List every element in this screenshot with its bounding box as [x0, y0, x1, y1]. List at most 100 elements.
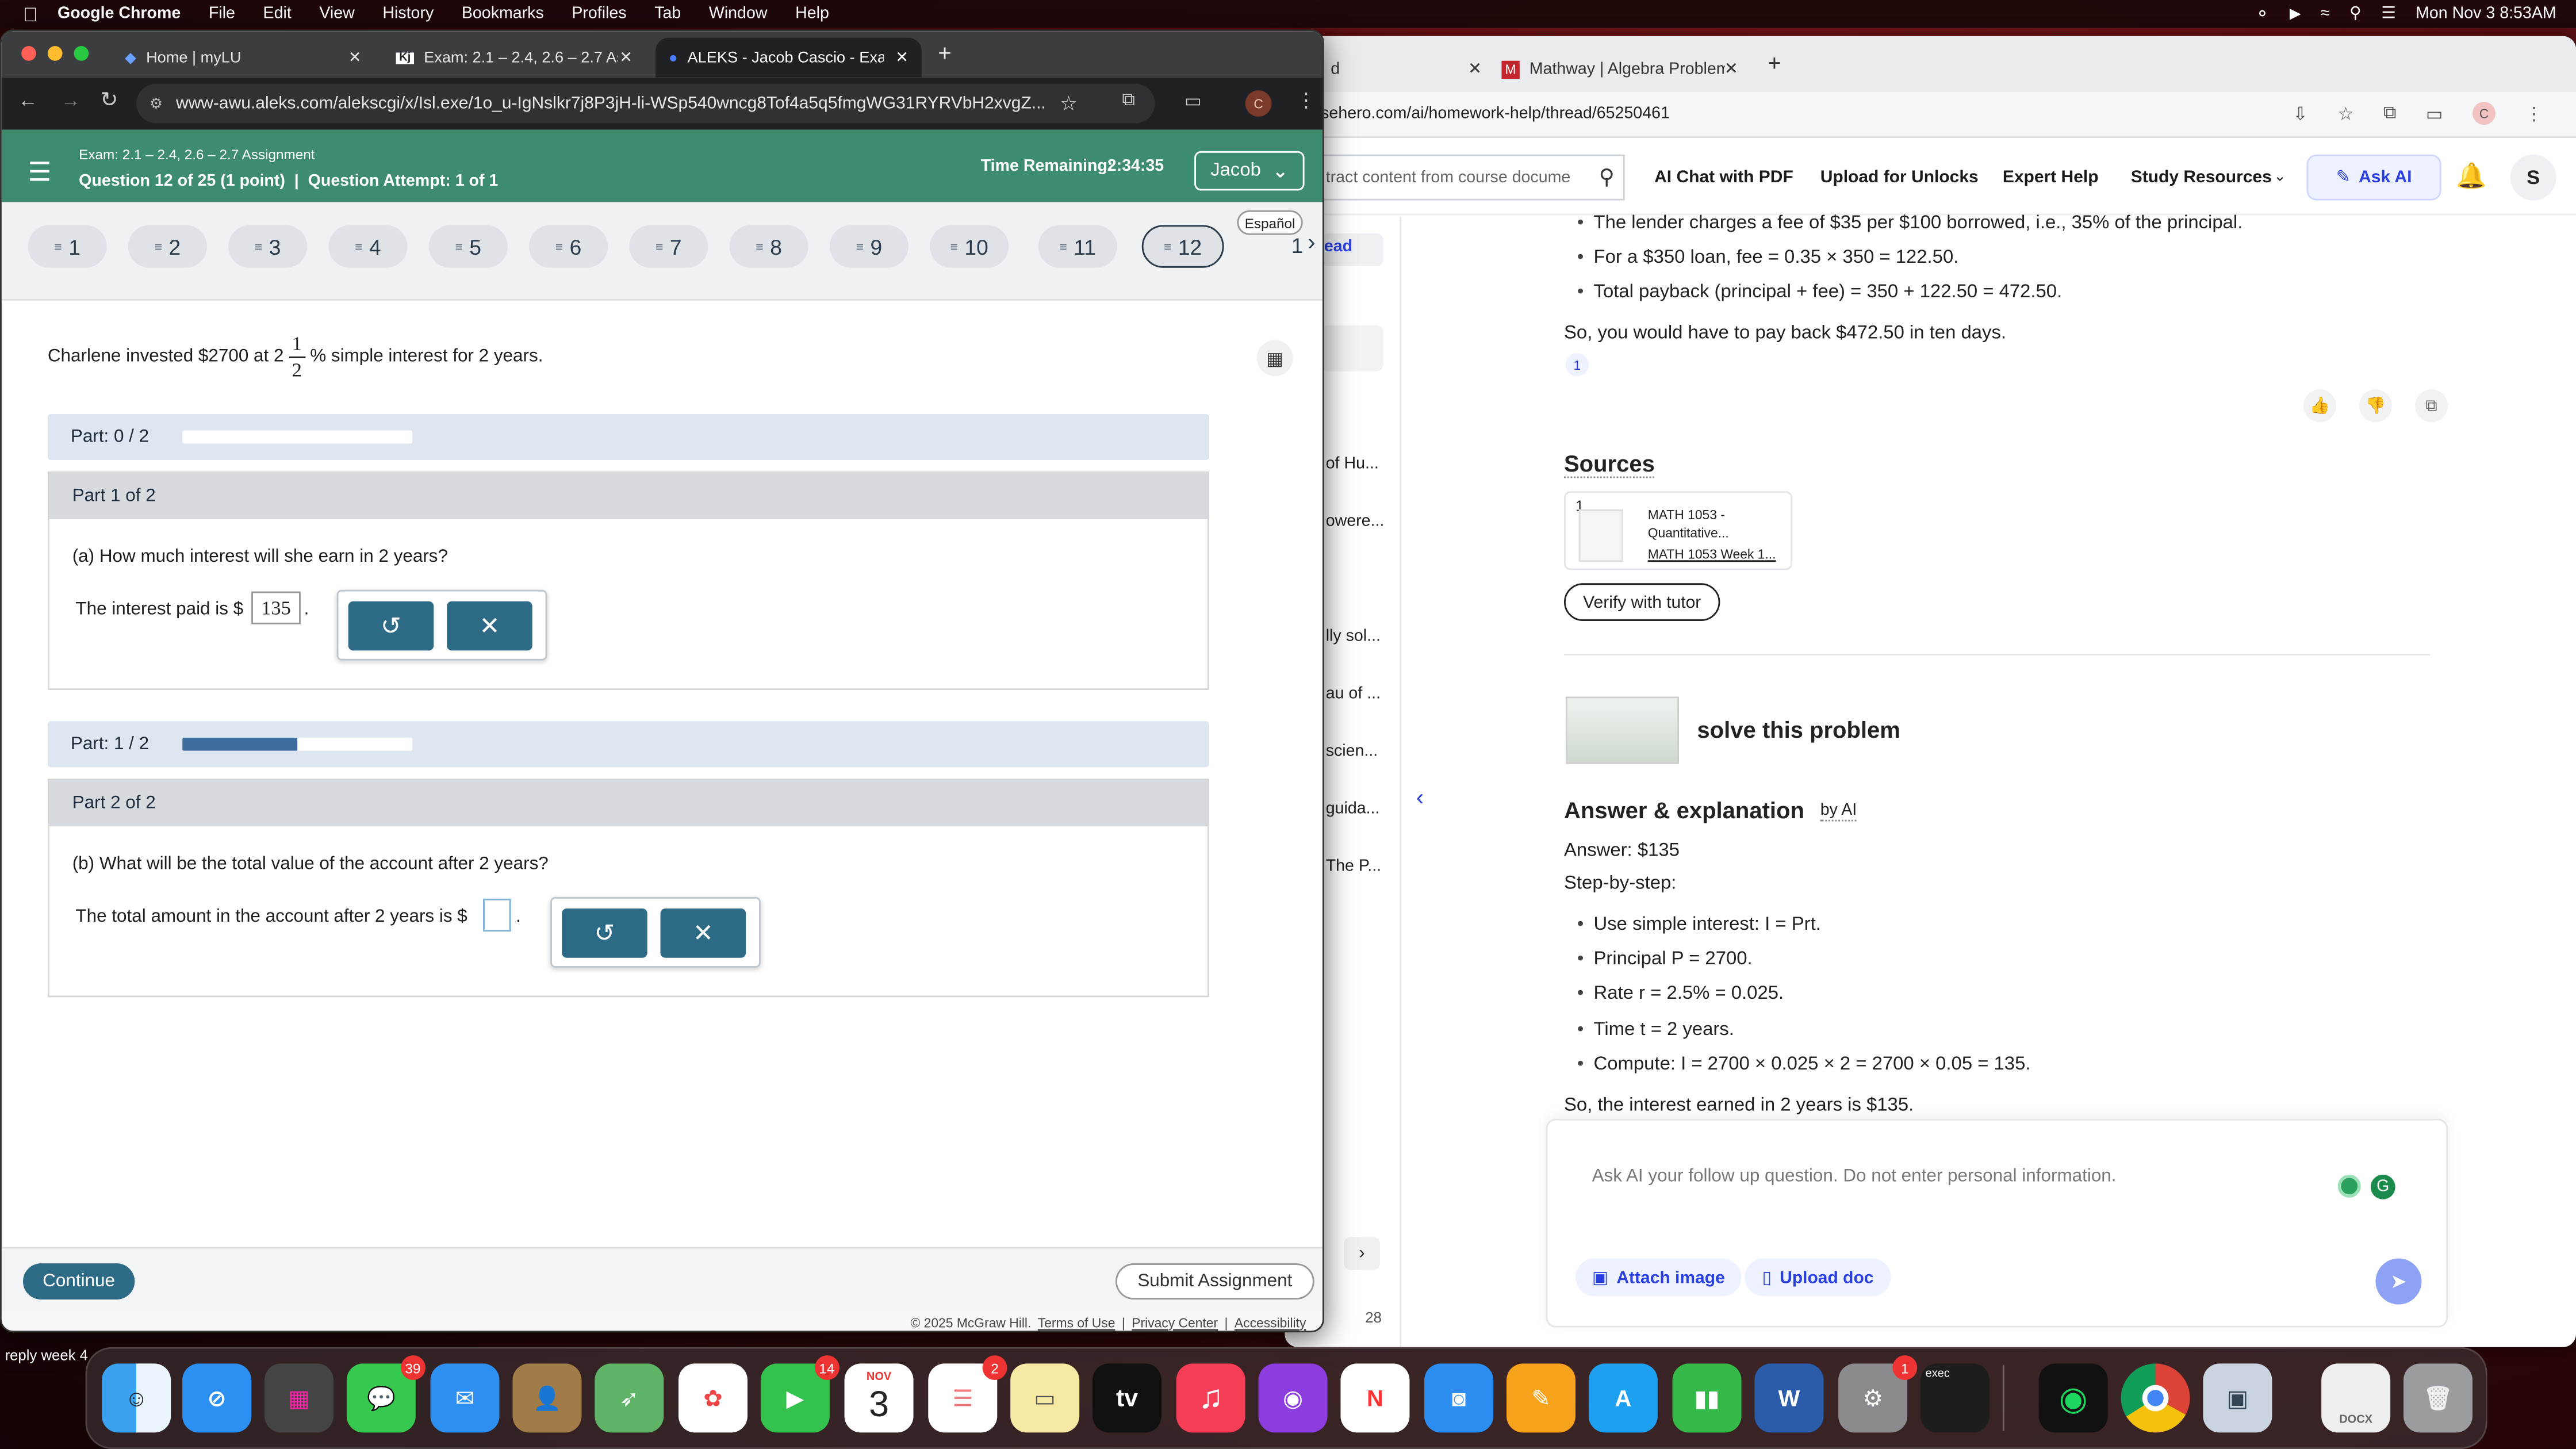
star-icon[interactable]: ☆	[2337, 103, 2353, 124]
tab-aleks-active[interactable]: ● ALEKS - Jacob Cascio - Exam ✕	[656, 37, 922, 78]
facetime-icon[interactable]: ▶ 14	[760, 1355, 839, 1433]
system-settings-icon[interactable]: ⚙ 1	[1838, 1355, 1918, 1433]
finder-icon[interactable]: ☺	[102, 1363, 171, 1433]
tab-home-mylu[interactable]: ◆ Home | myLU ✕	[112, 38, 374, 78]
user-menu-button[interactable]: Jacob ⌄	[1194, 151, 1305, 191]
news-icon[interactable]: N	[1340, 1363, 1410, 1433]
messages-icon[interactable]: 💬 39	[346, 1355, 425, 1433]
continue-button[interactable]: Continue	[23, 1263, 135, 1300]
more-icon[interactable]: ⋮	[2525, 103, 2543, 124]
chevron-right-icon[interactable]: ›	[1308, 228, 1315, 255]
avatar[interactable]: S	[2510, 154, 2556, 201]
maps-icon[interactable]: ➶	[595, 1363, 664, 1433]
question-button-7[interactable]: ≡ 7	[629, 225, 708, 268]
numbers-icon[interactable]: ▮▮	[1672, 1363, 1742, 1433]
menu-bookmarks[interactable]: Bookmarks	[462, 5, 544, 23]
question-button-8[interactable]: ≡ 8	[729, 225, 808, 268]
screenshot-thumbnail[interactable]	[1565, 696, 1679, 764]
notes-icon[interactable]: ▭	[1010, 1363, 1080, 1433]
search-icon[interactable]: ⚲	[1589, 155, 1625, 201]
nav-study-resources[interactable]: Study Resources	[2131, 167, 2272, 187]
extensions-icon[interactable]: ⧉	[1122, 90, 1134, 112]
control-center-icon[interactable]: ☰	[2381, 5, 2396, 23]
word-icon[interactable]: W	[1754, 1363, 1824, 1433]
upload-doc-button[interactable]: ▯ Upload doc	[1745, 1258, 1891, 1297]
privacy-link[interactable]: Privacy Center	[1132, 1315, 1218, 1330]
snippet[interactable]: lly sol...	[1326, 627, 1381, 645]
sidepanel-icon[interactable]: ▭	[1184, 90, 1202, 112]
grammar-check-icon[interactable]: G	[2370, 1174, 2395, 1199]
nav-upload-unlocks[interactable]: Upload for Unlocks	[1820, 167, 1979, 187]
bell-icon[interactable]: 🔔	[2456, 161, 2486, 191]
close-window-icon[interactable]	[21, 46, 36, 61]
site-info-icon[interactable]: ⚙	[150, 94, 163, 112]
chrome-icon[interactable]	[2121, 1363, 2190, 1433]
wifi-icon[interactable]: ≈	[2321, 5, 2330, 23]
ask-ai-button[interactable]: ✎ Ask AI	[2306, 154, 2441, 201]
question-button-12-current[interactable]: ≡ 12	[1141, 225, 1224, 268]
snippet[interactable]: The P...	[1326, 857, 1381, 875]
question-button-2[interactable]: ≡ 2	[128, 225, 207, 268]
menu-help[interactable]: Help	[795, 5, 829, 23]
close-icon[interactable]: ✕	[1724, 60, 1738, 78]
new-tab-icon[interactable]: +	[938, 40, 951, 66]
source-card[interactable]: 1 MATH 1053 - Quantitative... MATH 1053 …	[1564, 491, 1793, 570]
contacts-icon[interactable]: 👤	[512, 1363, 582, 1433]
more-icon[interactable]: ⋮	[1296, 89, 1316, 112]
search-input[interactable]: tract content from course docume	[1285, 154, 1625, 201]
docx-file-icon[interactable]: DOCX	[2321, 1363, 2391, 1433]
nav-expert-help[interactable]: Expert Help	[2003, 167, 2099, 187]
new-tab-icon[interactable]: +	[1768, 49, 1781, 76]
apple-icon[interactable]: 	[23, 2, 38, 25]
keynote-icon[interactable]: ◙	[1424, 1363, 1494, 1433]
terminal-icon[interactable]: exec	[1920, 1363, 1989, 1433]
menu-edit[interactable]: Edit	[263, 5, 292, 23]
question-button-4[interactable]: ≡ 4	[328, 225, 408, 268]
install-icon[interactable]: ⇩	[2293, 103, 2308, 124]
star-icon[interactable]: ☆	[1060, 92, 1078, 115]
address-bar[interactable]: ⚙ www-awu.aleks.com/alekscgi/x/Isl.exe/1…	[136, 83, 1155, 124]
tab-exam[interactable]: Kj Exam: 2.1 – 2.4, 2.6 – 2.7 Ass ✕	[383, 38, 646, 78]
desktop-file-label[interactable]: reply week 4	[5, 1347, 88, 1364]
photos-icon[interactable]: ✿	[678, 1363, 747, 1433]
menubar-clock[interactable]: Mon Nov 3 8:53AM	[2416, 5, 2556, 23]
safari-icon[interactable]: ⊘	[182, 1363, 252, 1433]
chevron-right-icon[interactable]: ›	[1344, 1237, 1380, 1270]
nav-ai-chat-pdf[interactable]: AI Chat with PDF	[1654, 167, 1793, 187]
creative-cloud-icon[interactable]: ⚬	[2255, 3, 2270, 25]
attach-image-button[interactable]: ▣ Attach image	[1575, 1258, 1742, 1297]
zoom-window-icon[interactable]	[74, 46, 89, 61]
music-icon[interactable]: ♫	[1176, 1363, 1245, 1433]
tab-mathway[interactable]: M Mathway | Algebra Problem S ✕	[1488, 46, 1751, 92]
sidepanel-icon[interactable]: ▭	[2426, 103, 2443, 124]
menu-file[interactable]: File	[209, 5, 235, 23]
question-button-1[interactable]: ≡ 1	[28, 225, 107, 268]
question-button-6[interactable]: ≡ 6	[529, 225, 608, 268]
grammarly-icon[interactable]	[2337, 1174, 2361, 1198]
spotify-icon[interactable]: ◉	[2038, 1363, 2108, 1433]
calculator-icon[interactable]: ▦	[1256, 340, 1293, 377]
url-text[interactable]: www-awu.aleks.com/alekscgi/x/Isl.exe/1o_…	[176, 94, 1046, 113]
verify-tutor-button[interactable]: Verify with tutor	[1564, 583, 1720, 621]
question-button-partial[interactable]: 1	[1291, 233, 1304, 258]
question-button-3[interactable]: ≡ 3	[228, 225, 308, 268]
clear-button[interactable]: ✕	[447, 601, 532, 651]
pages-icon[interactable]: ✎	[1506, 1363, 1575, 1433]
profile-icon[interactable]: C	[2472, 102, 2496, 125]
question-button-11[interactable]: ≡ 11	[1038, 225, 1117, 268]
snippet[interactable]: scien...	[1326, 742, 1378, 760]
podcasts-icon[interactable]: ◉	[1258, 1363, 1328, 1433]
terms-link[interactable]: Terms of Use	[1038, 1315, 1116, 1330]
clear-button[interactable]: ✕	[660, 908, 746, 958]
source-link[interactable]: MATH 1053 Week 1...	[1648, 547, 1776, 562]
snippet[interactable]: guida...	[1326, 800, 1380, 818]
snippet[interactable]: of Hu...	[1326, 455, 1379, 473]
mail-icon[interactable]: ✉	[430, 1363, 500, 1433]
followup-input[interactable]: Ask AI your follow up question. Do not e…	[1592, 1167, 2117, 1186]
reload-icon[interactable]: ↻	[100, 87, 118, 113]
minimize-window-icon[interactable]	[47, 46, 63, 61]
submit-assignment-button[interactable]: Submit Assignment	[1116, 1263, 1314, 1300]
launchpad-icon[interactable]: ▦	[264, 1363, 334, 1433]
extensions-icon[interactable]: ⧉	[2383, 103, 2396, 124]
play-icon[interactable]: ▶	[2290, 5, 2301, 23]
